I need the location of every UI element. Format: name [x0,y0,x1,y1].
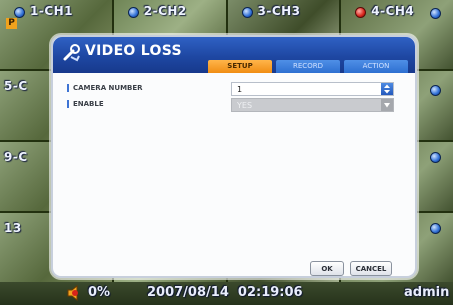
ok-button[interactable]: OK [310,261,344,276]
record-status-icon [355,7,367,18]
channel-status-icon [241,7,253,18]
channel-status-icon [430,8,441,19]
bullet-bar [67,84,69,92]
tab-record[interactable]: RECORD [276,60,340,73]
bullet-bar [67,100,69,108]
camera-number-label: CAMERA NUMBER [73,84,143,92]
enable-label: ENABLE [73,100,104,108]
dropdown-arrow-icon[interactable] [381,99,393,111]
camera-number-value: 1 [237,85,243,94]
channel-label: 1-CH1 [30,4,74,18]
channel-label: 9-C [4,150,28,164]
camera-number-select[interactable]: 1 [231,82,394,96]
dialog-header: VIDEO LOSS SETUP RECORD ACTION [53,37,415,73]
date-time: 2007/08/14 02:19:06 [147,285,303,300]
channel-label: 4-CH4 [371,4,415,18]
channel-status-icon [127,7,139,18]
enable-value: YES [237,101,253,110]
channel-label: 13 [4,221,22,235]
spinner-arrows-icon[interactable] [381,83,393,95]
p-marker: P [6,18,17,29]
channel-status-icon [430,85,441,96]
status-bar: 0% 2007/08/14 02:19:06 admin [0,282,453,305]
wrench-icon [63,44,80,62]
channel-label: 2-CH2 [143,4,187,18]
current-user: admin [404,285,450,300]
tab-action[interactable]: ACTION [344,60,408,73]
speaker-icon[interactable] [66,285,84,301]
channel-label: 3-CH3 [257,4,301,18]
cancel-button[interactable]: CANCEL [350,261,392,276]
dialog-title: VIDEO LOSS [85,43,182,59]
channel-status-icon [430,223,441,234]
channel-status-icon [430,152,441,163]
tab-setup[interactable]: SETUP [208,60,272,73]
video-loss-dialog: VIDEO LOSS SETUP RECORD ACTION CAMERA NU… [51,35,417,278]
channel-label: 5-C [4,79,28,93]
enable-select[interactable]: YES [231,98,394,112]
dialog-tabs: SETUP RECORD ACTION [208,60,408,73]
channel-status-icon [14,7,25,18]
volume-level: 0% [88,285,111,300]
